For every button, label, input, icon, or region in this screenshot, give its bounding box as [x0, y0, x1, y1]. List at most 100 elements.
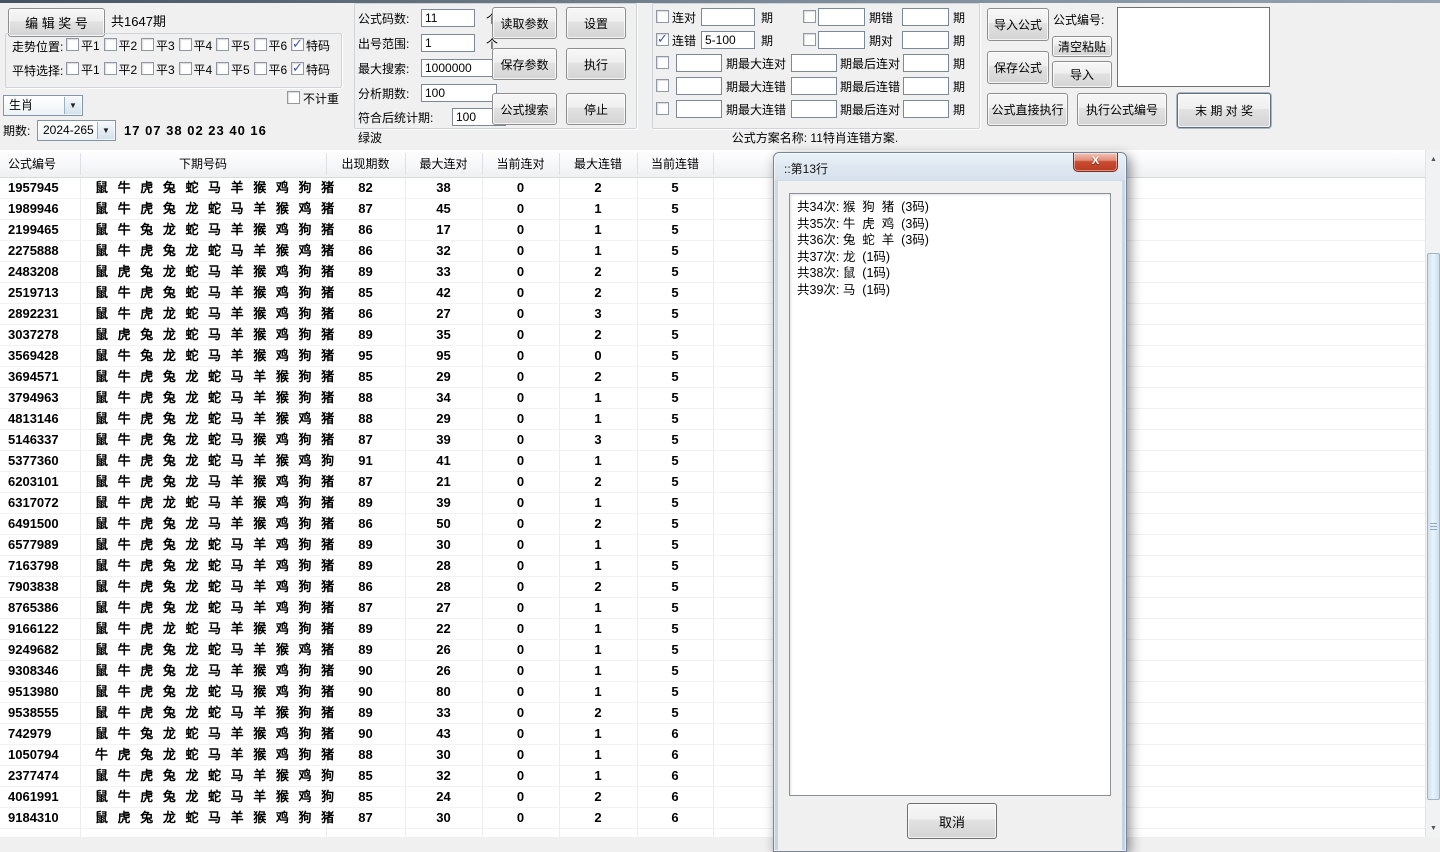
table-row[interactable]: 5377360 鼠 牛 虎 兔 龙 蛇 马 羊 猴 鸡 狗 91 41 0 1 5 [0, 451, 1425, 472]
save-formula-button[interactable]: 保存公式 [987, 51, 1049, 84]
table-row[interactable]: 9166122 鼠 牛 虎 龙 蛇 马 羊 猴 鸡 狗 猪 89 22 0 1 5 [0, 619, 1425, 640]
pingte-checkbox-平2[interactable] [103, 62, 117, 75]
period-miss-input2[interactable] [902, 8, 949, 26]
table-row[interactable]: 2377474 鼠 牛 虎 兔 龙 蛇 马 羊 猴 鸡 狗 85 32 0 1 6 [0, 766, 1425, 787]
table-row[interactable]: 3569428 鼠 牛 兔 龙 蛇 马 羊 猴 鸡 狗 猪 95 95 0 0 5 [0, 346, 1425, 367]
exec-formula-no-button[interactable]: 执行公式编号 [1077, 93, 1167, 126]
scrollbar-thumb[interactable] [1427, 253, 1440, 800]
zodiac-select[interactable]: 生肖 ▼ [3, 95, 83, 116]
formula-no-textarea[interactable] [1117, 7, 1270, 87]
max-lose2-cond-input2[interactable] [791, 100, 837, 118]
cancel-button[interactable]: 取消 [907, 803, 997, 839]
chevron-down-icon[interactable]: ▼ [64, 97, 81, 114]
pingte-checkbox-平4[interactable] [178, 62, 192, 75]
period-hit-input2[interactable] [902, 31, 949, 49]
table-row[interactable]: 6317072 鼠 牛 虎 龙 蛇 马 羊 猴 鸡 狗 猪 89 39 0 1 5 [0, 493, 1425, 514]
max-win-cond-input1[interactable] [676, 54, 722, 72]
table-row[interactable]: 3037278 鼠 虎 兔 龙 蛇 马 羊 猴 鸡 狗 猪 89 35 0 2 5 [0, 325, 1425, 346]
range-input[interactable] [421, 34, 475, 52]
scroll-down-icon[interactable]: ▼ [1427, 820, 1440, 836]
trend-checkbox-平6[interactable] [253, 38, 267, 51]
max-lose2-cond-input3[interactable] [903, 100, 949, 118]
table-row[interactable]: 2483208 鼠 虎 兔 龙 蛇 马 羊 猴 鸡 狗 猪 89 33 0 2 5 [0, 262, 1425, 283]
max-win-cond-input3[interactable] [903, 54, 949, 72]
col-header-cur-win[interactable]: 当前连对 [482, 150, 559, 178]
table-row[interactable]: 3694571 鼠 牛 虎 兔 龙 蛇 马 羊 猴 狗 猪 85 29 0 2 5 [0, 367, 1425, 388]
table-row[interactable]: 6491500 鼠 牛 虎 兔 龙 马 羊 猴 鸡 狗 猪 86 50 0 2 5 [0, 514, 1425, 535]
trend-checkbox-平1[interactable] [66, 38, 79, 51]
table-row[interactable]: 9513980 鼠 牛 虎 兔 龙 蛇 马 猴 鸡 狗 猪 90 80 0 1 5 [0, 682, 1425, 703]
table-row[interactable]: 9249682 鼠 牛 虎 兔 龙 蛇 马 羊 猴 鸡 猪 89 26 0 1 5 [0, 640, 1425, 661]
table-row[interactable]: 742979 鼠 牛 兔 龙 蛇 马 羊 猴 鸡 狗 猪 90 43 0 1 6 [0, 724, 1425, 745]
table-row[interactable]: 4813146 鼠 牛 虎 兔 龙 蛇 马 羊 猴 鸡 猪 88 29 0 1 5 [0, 409, 1425, 430]
col-header-next-codes[interactable]: 下期号码 [80, 150, 326, 178]
max-lose-cond-input1[interactable] [676, 77, 722, 95]
pingte-checkbox-平3[interactable] [141, 62, 154, 75]
table-row[interactable]: 9184310 鼠 虎 兔 龙 蛇 马 羊 猴 鸡 狗 猪 87 30 0 2 6 [0, 808, 1425, 829]
last-period-check-button[interactable]: 末 期 对 奖 [1177, 93, 1271, 128]
trend-checkbox-平4[interactable] [178, 38, 192, 51]
col-header-max-win[interactable]: 最大连对 [405, 150, 482, 178]
table-row[interactable]: 1989946 鼠 牛 虎 兔 龙 蛇 马 羊 猴 鸡 猪 87 45 0 1 5 [0, 199, 1425, 220]
table-row[interactable]: 8765386 鼠 牛 虎 兔 龙 蛇 马 羊 鸡 狗 猪 87 27 0 1 5 [0, 598, 1425, 619]
settings-button[interactable]: 设置 [566, 7, 626, 39]
streak-lose-input[interactable] [701, 31, 755, 49]
chevron-down-icon[interactable]: ▼ [97, 122, 114, 139]
read-params-button[interactable]: 读取参数 [492, 7, 557, 39]
table-row[interactable]: 4061991 鼠 牛 虎 兔 龙 蛇 马 羊 猴 鸡 狗 85 24 0 2 6 [0, 787, 1425, 808]
table-row[interactable]: 2199465 鼠 牛 兔 龙 蛇 马 羊 猴 鸡 狗 猪 86 17 0 1 5 [0, 220, 1425, 241]
period-hit-input1[interactable] [818, 31, 865, 49]
table-row[interactable]: 9538555 鼠 牛 虎 兔 龙 蛇 马 羊 猴 狗 猪 89 33 0 2 5 [0, 703, 1425, 724]
scroll-up-icon[interactable]: ▲ [1427, 151, 1440, 167]
codes-count-input[interactable] [421, 9, 475, 27]
analyze-periods-input[interactable] [421, 84, 497, 102]
table-row[interactable]: 7163798 鼠 牛 虎 兔 龙 蛇 马 羊 鸡 狗 猪 89 28 0 1 5 [0, 556, 1425, 577]
dialog-result-textbox[interactable]: 共34次: 猴 狗 猪 (3码) 共35次: 牛 虎 鸡 (3码) 共36次: 兔 … [789, 193, 1111, 796]
trend-checkbox-特码[interactable] [291, 36, 304, 52]
period-miss-input1[interactable] [818, 8, 865, 26]
period-hit-checkbox[interactable] [803, 33, 816, 46]
table-row[interactable]: 3794963 鼠 牛 虎 兔 龙 蛇 马 羊 猴 狗 猪 88 34 0 1 5 [0, 388, 1425, 409]
table-row[interactable]: 9308346 鼠 牛 虎 兔 龙 马 羊 猴 鸡 狗 猪 90 26 0 1 5 [0, 661, 1425, 682]
max-search-input[interactable] [421, 59, 497, 77]
vertical-scrollbar[interactable]: ▲ ▼ [1425, 150, 1440, 837]
max-lose-cond-input2[interactable] [791, 77, 837, 95]
table-row[interactable]: 5146337 鼠 牛 虎 兔 龙 蛇 马 猴 鸡 狗 猪 87 39 0 3 5 [0, 430, 1425, 451]
clear-paste-button[interactable]: 清空粘贴 [1052, 36, 1112, 57]
streak-win-checkbox[interactable] [656, 10, 669, 23]
max-lose2-cond-input1[interactable] [676, 100, 722, 118]
pingte-checkbox-特码[interactable] [291, 60, 304, 76]
table-row[interactable]: 6577989 鼠 牛 虎 兔 龙 蛇 马 羊 鸡 狗 猪 89 30 0 1 5 [0, 535, 1425, 556]
pingte-checkbox-平5[interactable] [216, 62, 229, 75]
trend-checkbox-平3[interactable] [141, 38, 154, 51]
execute-button[interactable]: 执行 [566, 48, 626, 80]
max-lose2-cond-checkbox[interactable] [656, 102, 669, 115]
col-header-cur-lose[interactable]: 当前连错 [637, 150, 713, 178]
trend-checkbox-平2[interactable] [103, 38, 117, 51]
table-row[interactable]: 7903838 鼠 牛 虎 兔 龙 蛇 马 羊 鸡 狗 猪 86 28 0 2 5 [0, 577, 1425, 598]
table-row[interactable]: 2519713 鼠 牛 虎 兔 蛇 马 羊 猴 鸡 狗 猪 85 42 0 2 5 [0, 283, 1425, 304]
table-row[interactable]: 1050794 牛 虎 兔 龙 蛇 马 羊 猴 鸡 狗 猪 88 30 0 1 6 [0, 745, 1425, 766]
max-win-cond-checkbox[interactable] [656, 56, 669, 69]
direct-exec-button[interactable]: 公式直接执行 [987, 93, 1068, 126]
streak-win-input[interactable] [701, 8, 755, 26]
table-row[interactable]: 2892231 鼠 牛 虎 龙 蛇 马 羊 猴 鸡 狗 猪 86 27 0 3 5 [0, 304, 1425, 325]
table-row[interactable]: 2275888 鼠 牛 虎 兔 龙 蛇 马 羊 猴 鸡 猪 86 32 0 1 5 [0, 241, 1425, 262]
max-win-cond-input2[interactable] [791, 54, 837, 72]
max-lose-cond-checkbox[interactable] [656, 79, 669, 92]
import-formula-button[interactable]: 导入公式 [987, 8, 1049, 41]
close-icon[interactable]: X [1073, 153, 1118, 172]
nocount-checkbox[interactable] [287, 91, 300, 104]
col-header-max-lose[interactable]: 最大连错 [559, 150, 637, 178]
pingte-checkbox-平1[interactable] [66, 62, 79, 75]
stop-button[interactable]: 停止 [566, 93, 626, 125]
period-select[interactable]: 2024-265 ▼ [37, 120, 116, 141]
pingte-checkbox-平6[interactable] [253, 62, 267, 75]
save-params-button[interactable]: 保存参数 [492, 48, 557, 80]
trend-checkbox-平5[interactable] [216, 38, 229, 51]
table-row[interactable]: 1957945 鼠 牛 虎 兔 蛇 马 羊 猴 鸡 狗 猪 82 38 0 2 5 [0, 178, 1425, 199]
period-miss-checkbox[interactable] [803, 10, 816, 23]
streak-lose-checkbox[interactable] [656, 31, 669, 47]
load-button[interactable]: 导入 [1052, 61, 1112, 88]
col-header-appear[interactable]: 出现期数 [326, 150, 405, 178]
